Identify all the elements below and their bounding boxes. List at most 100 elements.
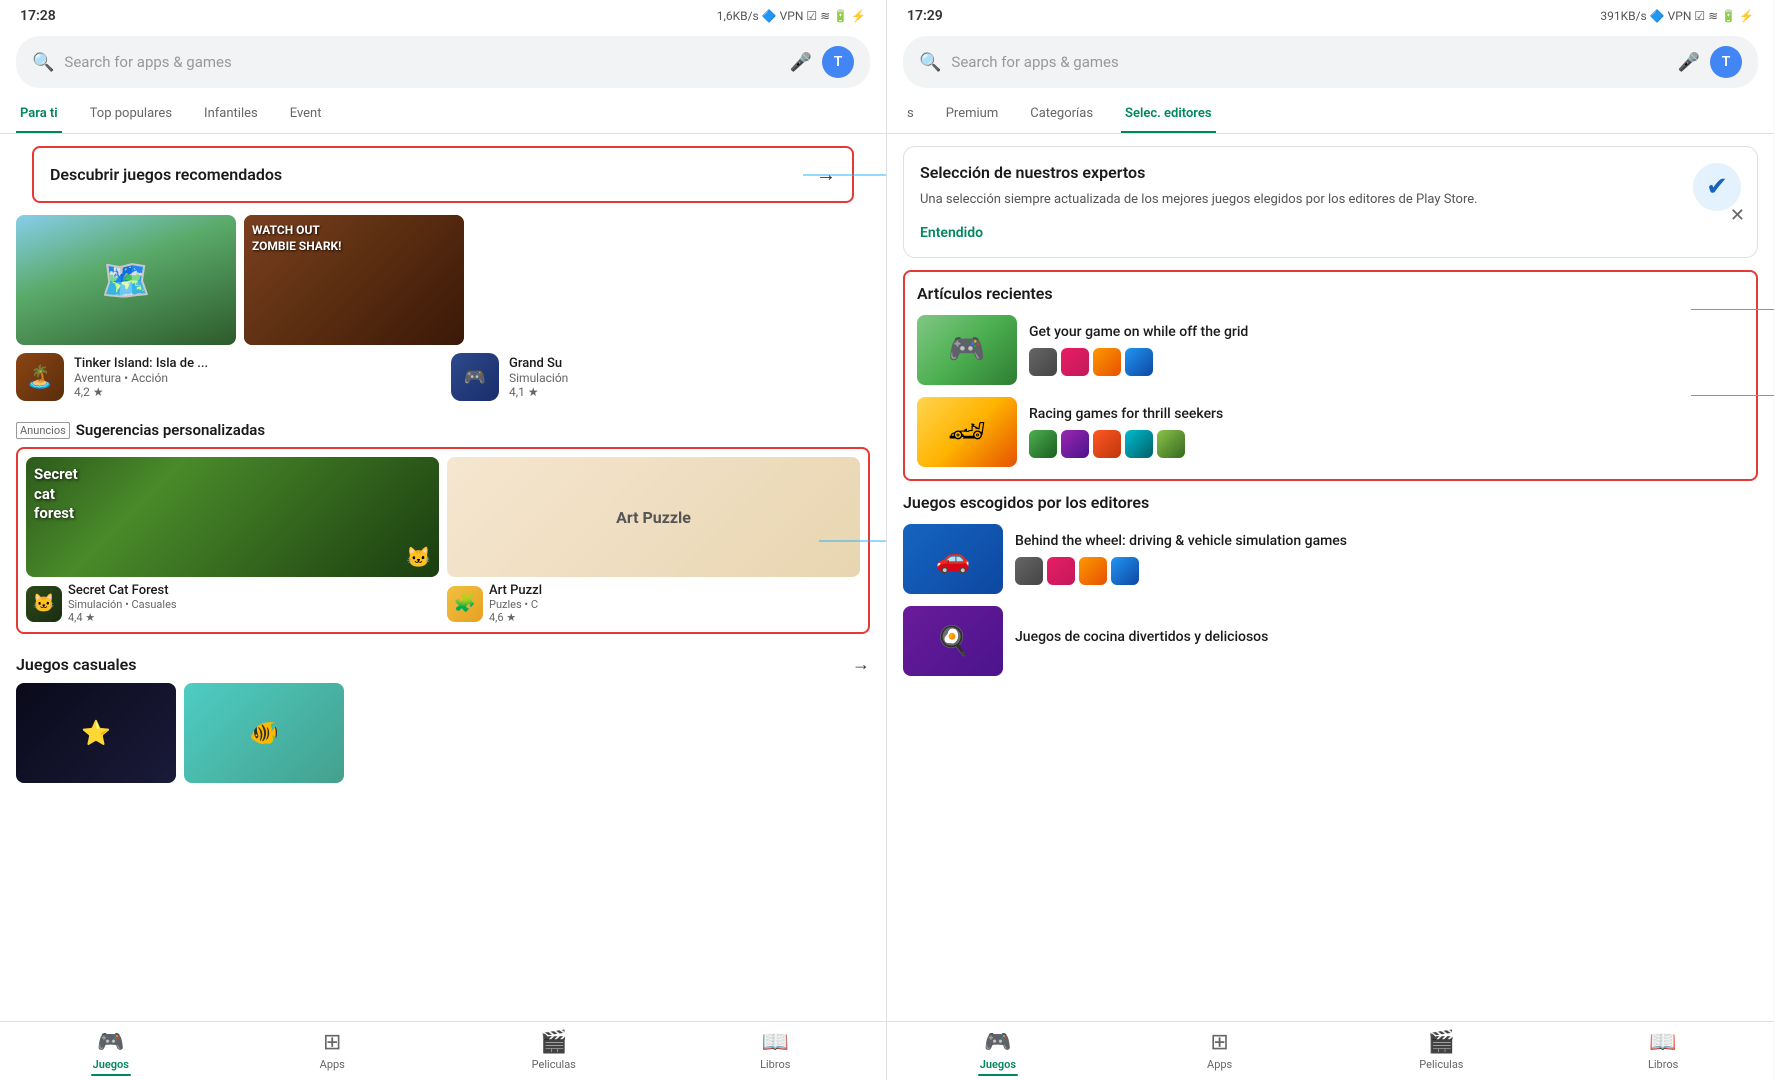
status-bar-right: 17:29 391KB/s 🔷 VPN ☑ ≋ 🔋 ⚡ xyxy=(887,0,1774,28)
article-item-1[interactable]: 🎮 Get your game on while off the grid xyxy=(917,315,1744,385)
cooking-emoji: 🍳 xyxy=(936,624,971,657)
nav-peliculas-icon-right: 🎬 xyxy=(1428,1030,1455,1055)
nav-libros-icon-right: 📖 xyxy=(1649,1030,1676,1055)
nav-peliculas-label-right: Peliculas xyxy=(1419,1058,1463,1071)
ads-label: Anuncios xyxy=(16,422,70,439)
tabs-left: Para ti Top populares Infantiles Event xyxy=(0,96,886,134)
avatar-right[interactable]: T xyxy=(1710,46,1742,78)
ad-info-secret-cat: 🐱 Secret Cat Forest Simulación • Casuale… xyxy=(26,583,439,624)
casual-section-header: Juegos casuales → xyxy=(0,646,886,683)
search-bar-right[interactable]: 🔍 Search for apps & games 🎤 T xyxy=(903,36,1758,88)
nav-juegos-left[interactable]: 🎮 Juegos xyxy=(0,1030,222,1076)
status-time-right: 17:29 xyxy=(907,8,943,24)
article-thumb-2: 🏎 xyxy=(917,397,1017,467)
status-icons-left: 1,6KB/s 🔷 VPN ☑ ≋ 🔋 ⚡ xyxy=(717,9,866,23)
mini-icon-1c xyxy=(1093,348,1121,376)
status-time-left: 17:28 xyxy=(20,8,56,24)
nav-apps-label-right: Apps xyxy=(1207,1058,1232,1071)
editor-mini-1a xyxy=(1015,557,1043,585)
nav-libros-label-left: Libros xyxy=(760,1058,790,1071)
tab-premium[interactable]: Premium xyxy=(942,96,1003,133)
editors-section: Juegos escogidos por los editores 🚗 Behi… xyxy=(887,493,1774,676)
casual-thumb-1[interactable]: ⭐ xyxy=(16,683,176,783)
ad-cards-wrapper: Secretcatforest 🐱 🐱 Secret Cat Forest Si… xyxy=(0,447,886,634)
casual-thumb-2[interactable]: 🐠 xyxy=(184,683,344,783)
ad-info-art-puzzle: 🧩 Art Puzzl Puzles • C 4,6 ★ xyxy=(447,583,860,624)
avatar-left[interactable]: T xyxy=(822,46,854,78)
game2-label: WATCH OUTZOMBIE SHARK! xyxy=(252,223,341,254)
tab-categorias[interactable]: Categorías xyxy=(1026,96,1097,133)
nav-underline-left xyxy=(91,1074,131,1076)
nav-peliculas-label-left: Peliculas xyxy=(532,1058,576,1071)
casual-title: Juegos casuales xyxy=(16,655,137,674)
nav-peliculas-left[interactable]: 🎬 Peliculas xyxy=(443,1030,665,1076)
annotation-banner: 产品单管型数据 xyxy=(803,165,886,184)
bottom-nav-right: 🎮 Juegos ⊞ Apps 🎬 Peliculas 📖 Libros xyxy=(887,1021,1774,1080)
search-input-right[interactable]: Search for apps & games xyxy=(951,53,1667,71)
popup-close-button[interactable]: ✕ xyxy=(1730,205,1745,226)
editor-info-2: Juegos de cocina divertidos y deliciosos xyxy=(1015,628,1758,652)
articles-section: Artículos recientes 🎮 Get your game on w… xyxy=(903,270,1758,481)
nav-libros-left[interactable]: 📖 Libros xyxy=(665,1030,887,1076)
mini-icon-2d xyxy=(1125,430,1153,458)
article-title-2: Racing games for thrill seekers xyxy=(1029,405,1744,423)
editor-mini-1c xyxy=(1079,557,1107,585)
mic-icon-right[interactable]: 🎤 xyxy=(1678,52,1700,73)
tab-para-ti[interactable]: Para ti xyxy=(16,96,62,133)
mini-icon-2b xyxy=(1061,430,1089,458)
articles-title: Artículos recientes xyxy=(917,284,1744,303)
editor-thumb-2: 🍳 xyxy=(903,606,1003,676)
ads-header: Anuncios Sugerencias personalizadas xyxy=(0,417,886,447)
game-thumb-2[interactable]: WATCH OUTZOMBIE SHARK! xyxy=(244,215,464,345)
editor-title-2: Juegos de cocina divertidos y deliciosos xyxy=(1015,628,1758,646)
app-category-tinker: Aventura • Acción xyxy=(74,371,435,385)
tab-top-populares[interactable]: Top populares xyxy=(86,96,176,133)
content-left: Descubrir juegos recomendados → 产品单管型数据 … xyxy=(0,134,886,1021)
article-item-2[interactable]: 🏎 Racing games for thrill seekers xyxy=(917,397,1744,467)
content-right: Selección de nuestros expertos Una selec… xyxy=(887,134,1774,1021)
annotation-articles-1: 产品独管型数据 xyxy=(1691,300,1774,319)
editor-mini-1d xyxy=(1111,557,1139,585)
tab-infantiles[interactable]: Infantiles xyxy=(200,96,262,133)
game-thumb-1[interactable]: 🗺️ xyxy=(16,215,236,345)
discover-text: Descubrir juegos recomendados xyxy=(50,165,282,184)
article-app-icons-1 xyxy=(1029,348,1744,376)
ad-cat-secret-cat: Simulación • Casuales xyxy=(68,598,177,611)
nav-libros-right[interactable]: 📖 Libros xyxy=(1552,1030,1774,1076)
search-input-left[interactable]: Search for apps & games xyxy=(64,53,779,71)
popup-checkmark: ✔ xyxy=(1706,172,1728,202)
nav-apps-right[interactable]: ⊞ Apps xyxy=(1109,1030,1331,1076)
tabs-right: s Premium Categorías Selec. editores xyxy=(887,96,1774,134)
tab-s[interactable]: s xyxy=(903,96,918,133)
nav-apps-label-left: Apps xyxy=(320,1058,345,1071)
app-item-tinker[interactable]: 🏝️ Tinker Island: Isla de ... Aventura •… xyxy=(16,353,435,401)
editor-item-1[interactable]: 🚗 Behind the wheel: driving & vehicle si… xyxy=(903,524,1758,594)
mic-icon-left[interactable]: 🎤 xyxy=(790,52,812,73)
nav-apps-icon-left: ⊞ xyxy=(323,1030,341,1055)
ad-icon-art-puzzle: 🧩 xyxy=(447,586,483,622)
ad-card-secret-cat[interactable]: Secretcatforest 🐱 🐱 Secret Cat Forest Si… xyxy=(26,457,439,624)
mini-icon-2e xyxy=(1157,430,1185,458)
ad-name-secret-cat: Secret Cat Forest xyxy=(68,583,177,598)
search-bar-left[interactable]: 🔍 Search for apps & games 🎤 T xyxy=(16,36,870,88)
nav-peliculas-right[interactable]: 🎬 Peliculas xyxy=(1331,1030,1553,1076)
ad-card-art-puzzle[interactable]: Art Puzzle 🧩 Art Puzzl Puzles • C 4,6 ★ xyxy=(447,457,860,624)
popup-card: Selección de nuestros expertos Una selec… xyxy=(903,146,1758,258)
status-bar-left: 17:28 1,6KB/s 🔷 VPN ☑ ≋ 🔋 ⚡ xyxy=(0,0,886,28)
article-1-emoji: 🎮 xyxy=(948,332,985,367)
annotation-line-r1 xyxy=(1691,309,1774,310)
casual-arrow[interactable]: → xyxy=(852,654,870,675)
nav-apps-left[interactable]: ⊞ Apps xyxy=(222,1030,444,1076)
tab-event[interactable]: Event xyxy=(286,96,326,133)
editor-item-2[interactable]: 🍳 Juegos de cocina divertidos y delicios… xyxy=(903,606,1758,676)
app-item-grand[interactable]: 🎮 Grand Su Simulación 4,1 ★ xyxy=(451,353,870,401)
discover-banner[interactable]: Descubrir juegos recomendados → xyxy=(32,146,854,203)
nav-juegos-icon-right: 🎮 xyxy=(984,1030,1011,1055)
annotation-line-1 xyxy=(803,174,886,175)
article-app-icons-2 xyxy=(1029,430,1744,458)
ad-rating-art-puzzle: 4,6 ★ xyxy=(489,611,542,624)
nav-juegos-right[interactable]: 🎮 Juegos xyxy=(887,1030,1109,1076)
nav-libros-icon-left: 📖 xyxy=(762,1030,789,1055)
popup-action-button[interactable]: Entendido xyxy=(920,225,983,241)
tab-selec-editores[interactable]: Selec. editores xyxy=(1121,96,1216,133)
